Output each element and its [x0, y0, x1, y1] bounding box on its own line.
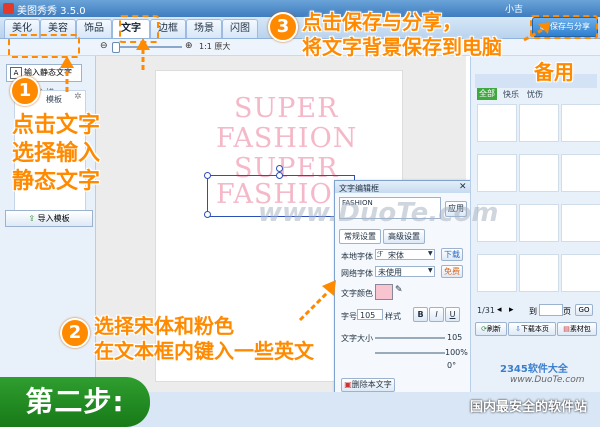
- arrowhead: [322, 280, 336, 296]
- step1-line: 选择输入: [12, 141, 101, 166]
- step1-line: 静态文字: [12, 169, 101, 194]
- step1-line: 点击文字: [12, 113, 101, 138]
- step2-instruction: 选择宋体和粉色 在文本框内键入一些英文: [94, 314, 314, 364]
- step3-line: 点击保存与分享，: [302, 10, 462, 34]
- step3-number: 3: [268, 12, 298, 42]
- arrowhead: [136, 38, 150, 50]
- step2-line: 在文本框内键入一些英文: [94, 339, 314, 363]
- step1-instruction: 点击文字 选择输入 静态文字: [12, 112, 100, 196]
- step2-number: 2: [60, 318, 90, 348]
- step2-line: 选择宋体和粉色: [94, 314, 234, 338]
- arrowhead: [60, 56, 74, 68]
- step3-line: 将文字背景保存到电脑: [302, 35, 502, 59]
- step3-line: 备用: [534, 60, 574, 84]
- step3-instruction: 点击保存与分享， 将文字背景保存到电脑 备用: [302, 10, 574, 85]
- step1-number: 1: [10, 76, 40, 106]
